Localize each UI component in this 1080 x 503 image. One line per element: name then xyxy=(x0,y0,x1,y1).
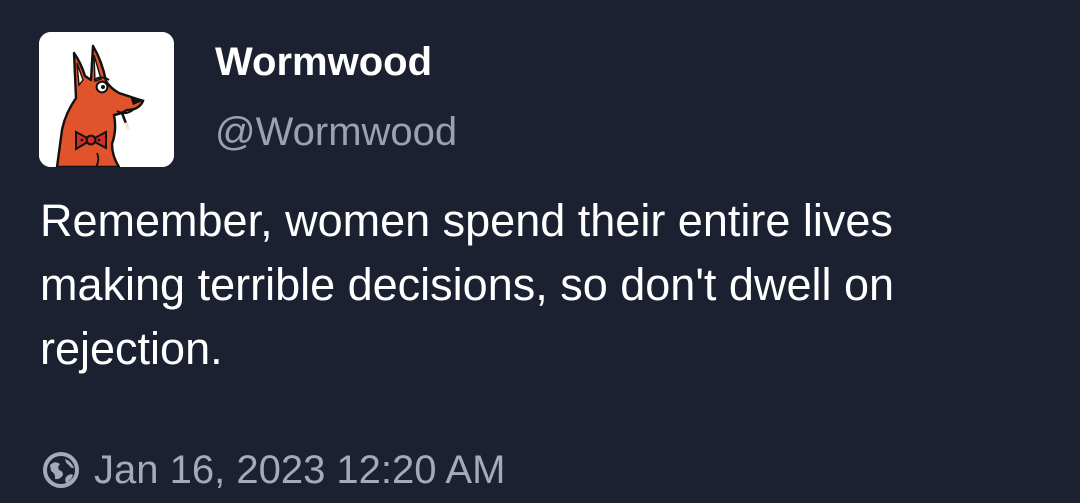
fox-avatar-icon xyxy=(39,32,174,167)
author-handle[interactable]: @Wormwood xyxy=(215,108,457,156)
avatar[interactable] xyxy=(39,32,174,167)
post-meta: Jan 16, 2023 12:20 AM xyxy=(42,446,505,494)
globe-icon xyxy=(42,451,80,489)
post-card: Wormwood @Wormwood Remember, women spend… xyxy=(0,0,1080,503)
post-text: Remember, women spend their entire lives… xyxy=(40,195,895,374)
author-display-name[interactable]: Wormwood xyxy=(215,38,432,86)
post-timestamp[interactable]: Jan 16, 2023 12:20 AM xyxy=(94,448,505,493)
